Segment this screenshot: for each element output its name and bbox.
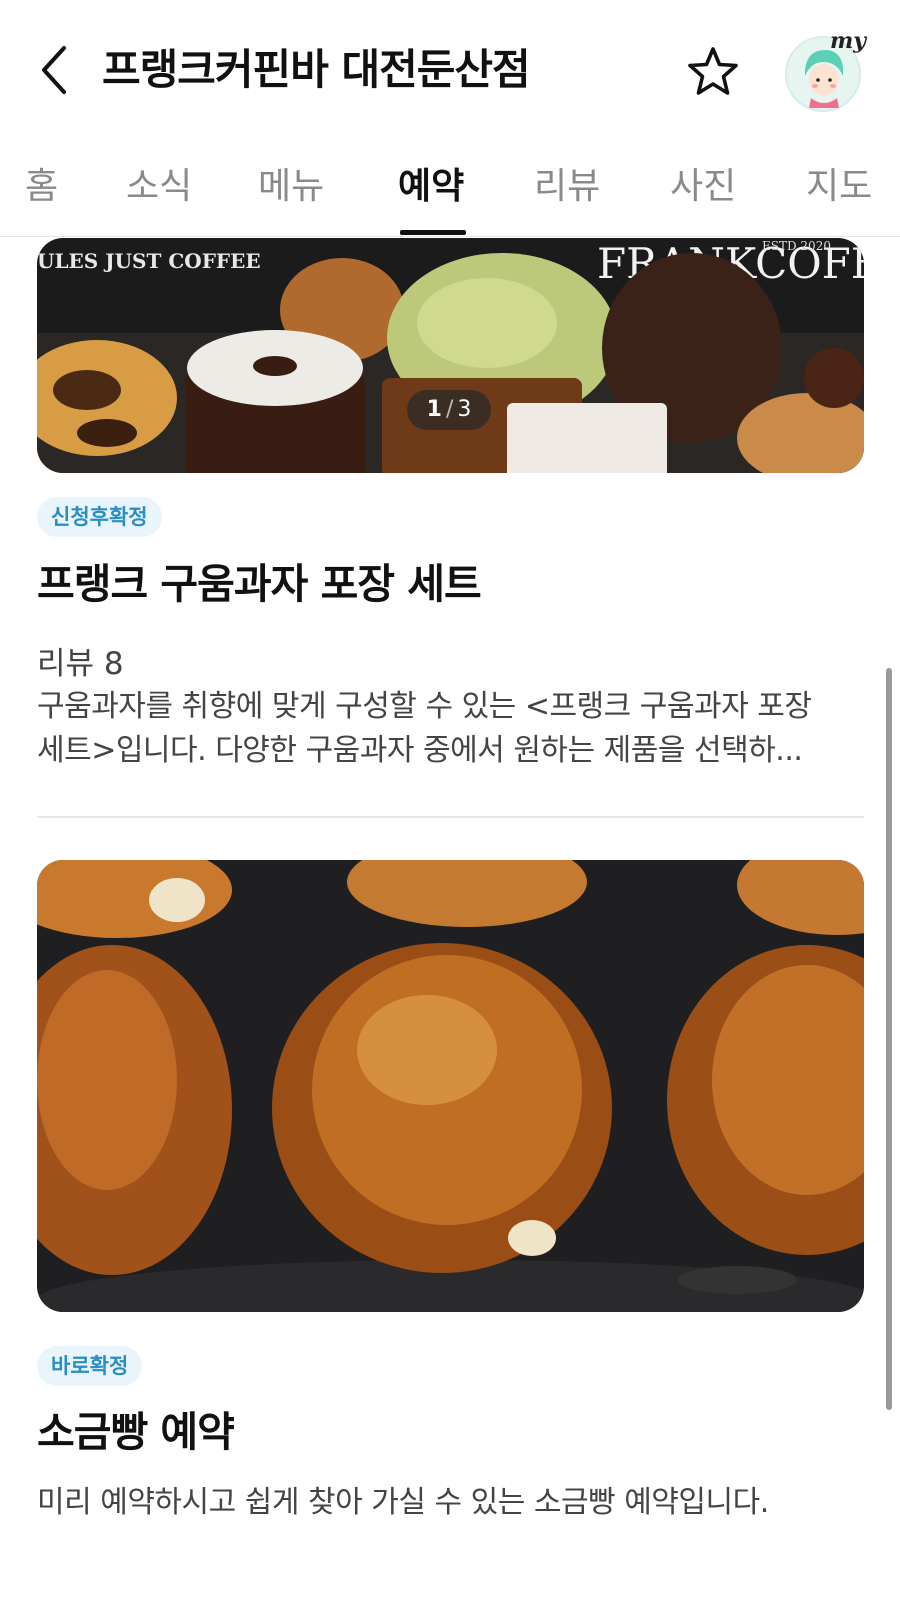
my-profile-avatar[interactable]: my [785, 28, 866, 112]
item-description: 미리 예약하시고 쉽게 찾아 가실 수 있는 소금빵 예약입니다. [37, 1481, 867, 1525]
app-header: 프랭크커핀바 대전둔산점 my [0, 0, 900, 135]
chevron-left-icon [42, 46, 66, 94]
divider [37, 816, 864, 818]
tab-review[interactable]: 리뷰 [534, 157, 600, 217]
item-description: 구움과자를 취향에 맞게 구성할 수 있는 <프랭크 구움과자 포장 세트>입니… [37, 685, 867, 773]
reservation-list[interactable]: ULES JUST COFFEE FRANKCOFF ESTD 2020 [0, 238, 900, 1611]
avatar-my-label: my [830, 28, 867, 54]
tab-map[interactable]: 지도 [806, 157, 872, 217]
tab-photo[interactable]: 사진 [670, 157, 736, 217]
tab-home[interactable]: 홈 [25, 157, 58, 217]
status-badge: 신청후확정 [37, 497, 162, 537]
pager-current: 1 [426, 397, 442, 422]
item-title[interactable]: 프랭크 구움과자 포장 세트 [37, 550, 482, 610]
tab-reservation[interactable]: 예약 [398, 157, 464, 217]
baked-goods-photo: ULES JUST COFFEE FRANKCOFF ESTD 2020 [37, 238, 864, 473]
pager-separator: / [445, 397, 454, 422]
item-description-line: 세트>입니다. 다양한 구움과자 중에서 원하는 제품을 선택하... [37, 733, 803, 768]
review-count[interactable]: 리뷰 8 [37, 638, 124, 683]
pager-total: 3 [457, 397, 472, 422]
tab-bar: 홈 소식 메뉴 예약 리뷰 사진 지도 [0, 135, 900, 237]
image-text-estd: ESTD 2020 [762, 239, 831, 253]
scrollbar[interactable] [886, 668, 892, 1410]
back-button[interactable] [30, 40, 78, 100]
item-image-baked-goods[interactable]: ULES JUST COFFEE FRANKCOFF ESTD 2020 [37, 238, 864, 473]
item-description-line: 구움과자를 취향에 맞게 구성할 수 있는 <프랭크 구움과자 포장 [37, 689, 812, 724]
active-tab-indicator [400, 230, 466, 235]
image-pager: 1/3 [407, 390, 491, 430]
image-text-left: ULES JUST COFFEE [37, 249, 261, 273]
tab-news[interactable]: 소식 [126, 157, 192, 217]
salt-bread-photo [37, 860, 864, 1312]
tab-menu[interactable]: 메뉴 [258, 157, 324, 217]
item-image-salt-bread[interactable] [37, 860, 864, 1312]
item-description-line: 미리 예약하시고 쉽게 찾아 가실 수 있는 소금빵 예약입니다. [37, 1485, 769, 1520]
page-title: 프랭크커핀바 대전둔산점 [102, 45, 531, 94]
favorite-button[interactable] [683, 42, 743, 102]
item-title[interactable]: 소금빵 예약 [37, 1398, 235, 1458]
star-outline-icon [688, 47, 738, 95]
status-badge: 바로확정 [37, 1346, 143, 1386]
